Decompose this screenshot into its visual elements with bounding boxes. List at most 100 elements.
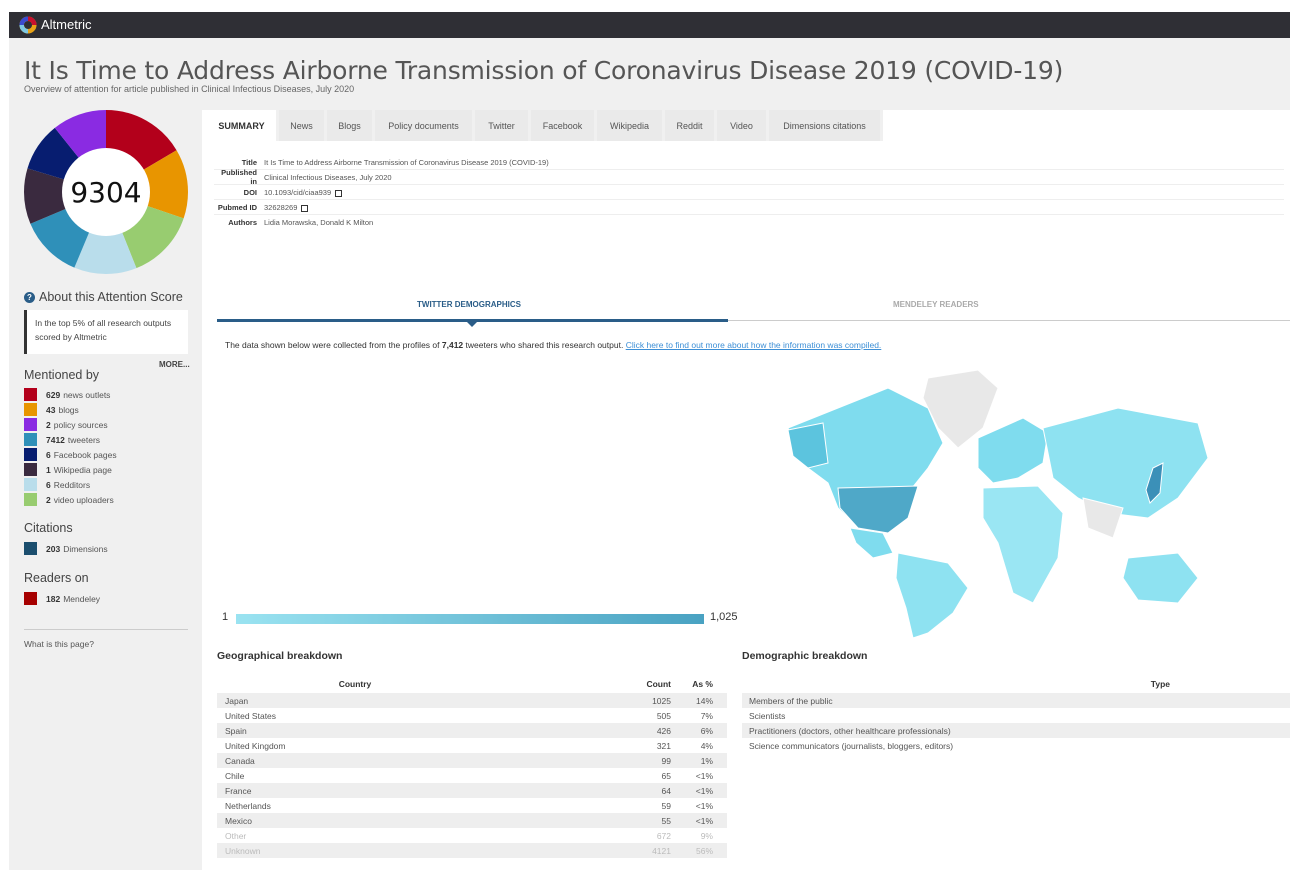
mention-label: video uploaders [53,494,114,505]
demographic-heading: Demographic breakdown [742,650,868,662]
attention-score[interactable]: 9304 [24,110,188,274]
tab-news[interactable]: News [279,110,327,141]
mention-row[interactable]: 2 policy sources [24,417,117,432]
count-cell: 1025 [652,695,671,706]
table-row[interactable]: Netherlands 59 <1% [217,798,727,813]
table-row[interactable]: Spain 426 6% [217,723,727,738]
detail-published-label: Published in [221,168,257,186]
col-country[interactable]: Country [217,679,623,693]
external-link-icon[interactable] [301,204,309,212]
table-row[interactable]: United Kingdom 321 4% [217,738,727,753]
detail-published-value: Clinical Infectious Diseases, July 2020 [264,172,392,182]
external-link-icon[interactable] [335,189,343,197]
detail-pubmed-row: Pubmed ID 32628269 [214,200,1284,215]
pubmed-link[interactable]: 32628269 [264,203,297,212]
about-score-link[interactable]: ? About this Attention Score [24,290,183,304]
mention-row[interactable]: 43 blogs [24,402,117,417]
table-row[interactable]: United States 505 7% [217,708,727,723]
detail-doi-label: DOI [243,187,257,197]
detail-doi-row: DOI 10.1093/cid/ciaa939 [214,185,1284,200]
table-row[interactable]: Scientists [742,708,1290,723]
article-details: Title It Is Time to Address Airborne Tra… [214,155,1284,230]
count-cell: 59 [661,800,671,811]
world-map[interactable] [778,368,1218,638]
tab-divider-line [728,320,1290,321]
mention-row[interactable]: 203 Dimensions [24,541,108,556]
about-score-label: About this Attention Score [39,290,183,304]
detail-pubmed-label: Pubmed ID [217,202,257,212]
mention-label: Dimensions [63,543,108,554]
top-percentile-box: In the top 5% of all research outputs sc… [24,310,188,354]
help-icon: ? [24,291,35,303]
tab-facebook[interactable]: Facebook [531,110,597,141]
info-compiled-link[interactable]: Click here to find out more about how th… [626,340,882,350]
count-cell: 55 [661,815,671,826]
tab-dimensions-citations[interactable]: Dimensions citations [769,110,883,141]
pct-cell: <1% [695,770,713,781]
tab-policy-documents[interactable]: Policy documents [375,110,475,141]
table-row[interactable]: Unknown 4121 56% [217,843,727,858]
doi-link[interactable]: 10.1093/cid/ciaa939 [264,188,331,197]
table-row[interactable]: Other 672 9% [217,828,727,843]
color-swatch [24,433,37,446]
citations-heading: Citations [24,521,73,535]
tab-blogs[interactable]: Blogs [327,110,375,141]
col-type[interactable]: Type [742,679,1290,693]
tab-video[interactable]: Video [717,110,769,141]
tab-summary[interactable]: SUMMARY [207,110,279,141]
map-asia [1042,407,1209,519]
detail-title-label: Title [241,157,257,167]
sidebar-divider [24,629,188,630]
country-cell: Chile [225,770,245,781]
count-cell: 65 [661,770,671,781]
table-row[interactable]: Science communicators (journalists, blog… [742,738,1290,753]
mention-count: 7412 [46,434,65,445]
country-cell: Other [225,830,247,841]
tab-mendeley-readers[interactable]: MENDELEY READERS [893,300,979,309]
mention-row[interactable]: 1 Wikipedia page [24,462,117,477]
mention-label: Redditors [53,479,91,490]
tab-reddit[interactable]: Reddit [665,110,717,141]
table-row[interactable]: Mexico 55 <1% [217,813,727,828]
legend-min: 1 [222,611,229,623]
table-row[interactable]: Canada 99 1% [217,753,727,768]
table-row[interactable]: Practitioners (doctors, other healthcare… [742,723,1290,738]
table-row[interactable]: France 64 <1% [217,783,727,798]
mention-count: 6 [46,449,51,460]
country-cell: Unknown [225,845,261,856]
tab-wikipedia[interactable]: Wikipedia [597,110,665,141]
map-united-states [837,485,919,534]
mention-row[interactable]: 2 video uploaders [24,492,117,507]
detail-authors-label: Authors [228,218,257,227]
altmetric-logo-icon[interactable] [19,16,37,34]
mention-row[interactable]: 6 Redditors [24,477,117,492]
mention-row[interactable]: 7412 tweeters [24,432,117,447]
demographic-table: Type Members of the public Scientists Prac… [742,679,1290,753]
col-pct[interactable]: As % [671,679,721,693]
detail-title-row: Title It Is Time to Address Airborne Tra… [214,155,1284,170]
country-cell: Canada [225,755,255,766]
brand-name[interactable]: Altmetric [41,17,92,32]
tab-twitter[interactable]: Twitter [475,110,531,141]
table-row[interactable]: Japan 1025 14% [217,693,727,708]
mention-count: 1 [46,464,51,475]
pct-cell: <1% [695,815,713,826]
mention-label: Wikipedia page [53,464,112,475]
color-swatch [24,493,37,506]
table-row[interactable]: Chile 65 <1% [217,768,727,783]
mention-row[interactable]: 6 Facebook pages [24,447,117,462]
mentioned-by-heading: Mentioned by [24,368,100,382]
more-link[interactable]: MORE... [159,360,190,369]
tab-twitter-demographics[interactable]: TWITTER DEMOGRAPHICS [417,300,521,309]
what-is-this-page-link[interactable]: What is this page? [24,639,94,649]
mention-count: 182 [46,593,61,604]
count-cell: 99 [661,755,671,766]
mention-row[interactable]: 629 news outlets [24,387,117,402]
legend-max: 1,025 [710,611,738,623]
map-south-america [895,552,969,638]
mention-row[interactable]: 182 Mendeley [24,591,100,606]
col-count[interactable]: Count [623,679,671,693]
table-row[interactable]: Members of the public [742,693,1290,708]
country-cell: Mexico [225,815,252,826]
color-swatch [24,418,37,431]
